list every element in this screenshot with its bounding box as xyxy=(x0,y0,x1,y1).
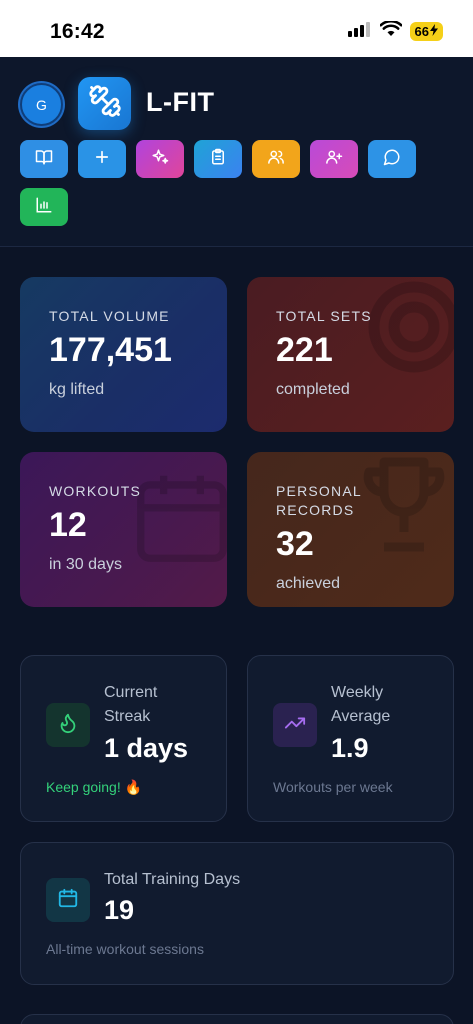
stat-label: TOTAL VOLUME xyxy=(49,308,170,324)
stat-label: TOTAL SETS xyxy=(276,308,372,324)
stat-label: WORKOUTS xyxy=(49,483,142,499)
plus-icon xyxy=(93,148,111,171)
training-days-card: Total Training Days 19 All-time workout … xyxy=(20,842,454,985)
total-sets-card: TOTAL SETS 221 completed xyxy=(247,277,454,432)
total-volume-card: TOTAL VOLUME 177,451 kg lifted xyxy=(20,277,227,432)
add-workout-button[interactable] xyxy=(78,140,126,178)
target-icon xyxy=(344,277,454,402)
stat-subtitle: kg lifted xyxy=(49,381,105,398)
ai-button[interactable] xyxy=(136,140,184,178)
users-icon xyxy=(267,148,285,171)
stat-value: 177,451 xyxy=(49,331,172,369)
weekly-icon-box xyxy=(273,703,317,747)
add-friend-button[interactable] xyxy=(310,140,358,178)
analytics-button[interactable] xyxy=(20,188,68,226)
avatar[interactable]: G xyxy=(20,83,63,126)
workouts-card: WORKOUTS 12 in 30 days xyxy=(20,452,227,607)
stat-value: 32 xyxy=(276,525,314,563)
avatar-initial: G xyxy=(36,96,47,113)
streak-footer: Keep going! 🔥 xyxy=(46,779,143,795)
guide-button[interactable] xyxy=(20,140,68,178)
weekly-label: Weekly Average xyxy=(331,684,391,725)
streak-icon-box xyxy=(46,703,90,747)
flame-icon xyxy=(57,712,79,739)
next-card xyxy=(20,1014,454,1024)
community-button[interactable] xyxy=(252,140,300,178)
weekly-value: 1.9 xyxy=(331,733,369,763)
streak-value: 1 days xyxy=(104,733,189,763)
weekly-footer: Workouts per week xyxy=(273,779,393,795)
stat-subtitle: achieved xyxy=(276,575,341,592)
clipboard-icon xyxy=(209,148,227,171)
messages-button[interactable] xyxy=(368,140,416,178)
stat-subtitle: completed xyxy=(276,381,350,398)
calendar-icon xyxy=(127,462,227,577)
sparkles-icon xyxy=(151,148,169,171)
status-icons: 66 xyxy=(347,19,443,42)
training-footer: All-time workout sessions xyxy=(46,941,204,957)
bar-chart-icon xyxy=(35,196,53,219)
stat-subtitle: in 30 days xyxy=(49,556,122,573)
plans-button[interactable] xyxy=(194,140,242,178)
training-label: Total Training Days xyxy=(104,871,241,888)
battery-indicator: 66 xyxy=(409,22,443,41)
chat-icon xyxy=(383,148,401,171)
stat-value: 12 xyxy=(49,506,87,544)
signal-icon xyxy=(347,21,372,42)
training-icon-box xyxy=(46,878,90,922)
trending-up-icon xyxy=(284,712,306,739)
battery-level: 66 xyxy=(414,24,429,39)
calendar-icon xyxy=(57,887,79,914)
stat-label: PERSONAL RECORDS xyxy=(276,483,362,518)
charging-icon xyxy=(430,24,438,39)
status-bar: 16:42 66 xyxy=(0,0,473,57)
dumbbell-icon xyxy=(88,84,122,123)
app-logo[interactable] xyxy=(78,77,131,130)
book-open-icon xyxy=(35,148,53,171)
streak-label: Current Streak xyxy=(104,684,158,725)
status-time: 16:42 xyxy=(50,20,105,43)
training-value: 19 xyxy=(104,895,135,925)
wifi-icon xyxy=(379,19,403,42)
user-plus-icon xyxy=(325,148,343,171)
current-streak-card: Current Streak 1 days Keep going! 🔥 xyxy=(20,655,227,822)
weekly-average-card: Weekly Average 1.9 Workouts per week xyxy=(247,655,454,822)
personal-records-card: PERSONAL RECORDS 32 achieved xyxy=(247,452,454,607)
app-header: G L-FIT xyxy=(0,57,473,247)
app-name: L-FIT xyxy=(146,87,215,117)
stat-value: 221 xyxy=(276,331,333,369)
